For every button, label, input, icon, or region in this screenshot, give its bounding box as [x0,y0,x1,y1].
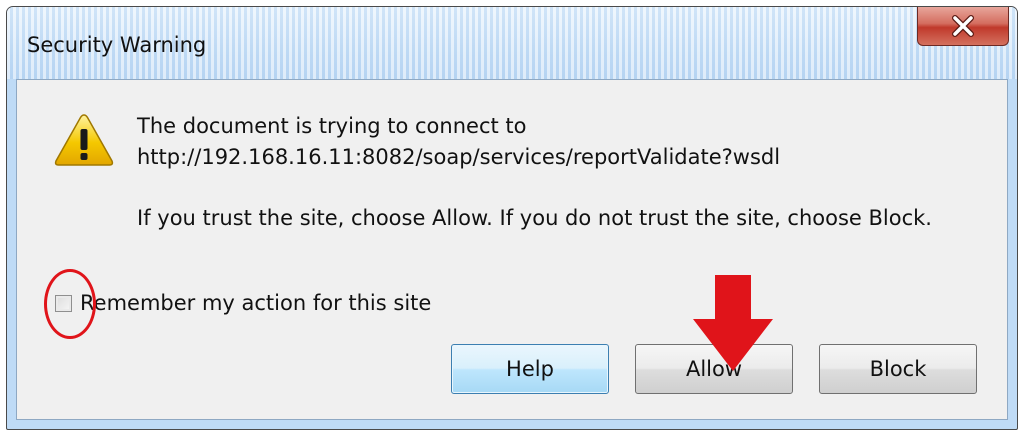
title-bar[interactable]: Security Warning [7,7,1017,79]
message-line-1: The document is trying to connect to [137,114,527,138]
security-warning-dialog: Security Warning The document is trying … [6,6,1018,430]
message-line-3: If you trust the site, choose Allow. If … [137,206,932,230]
dialog-body: The document is trying to connect to htt… [16,79,1008,420]
close-icon [952,14,974,37]
help-button[interactable]: Help [451,344,609,394]
warning-icon [54,114,114,166]
close-button[interactable] [917,7,1009,46]
remember-action-row[interactable]: Remember my action for this site [55,287,431,319]
block-button[interactable]: Block [819,344,977,394]
remember-action-label[interactable]: Remember my action for this site [80,291,431,315]
dialog-title: Security Warning [27,33,207,57]
remember-action-checkbox[interactable] [55,294,72,312]
message-url: http://192.168.16.11:8082/soap/services/… [137,145,781,169]
allow-button[interactable]: Allow [635,344,793,394]
